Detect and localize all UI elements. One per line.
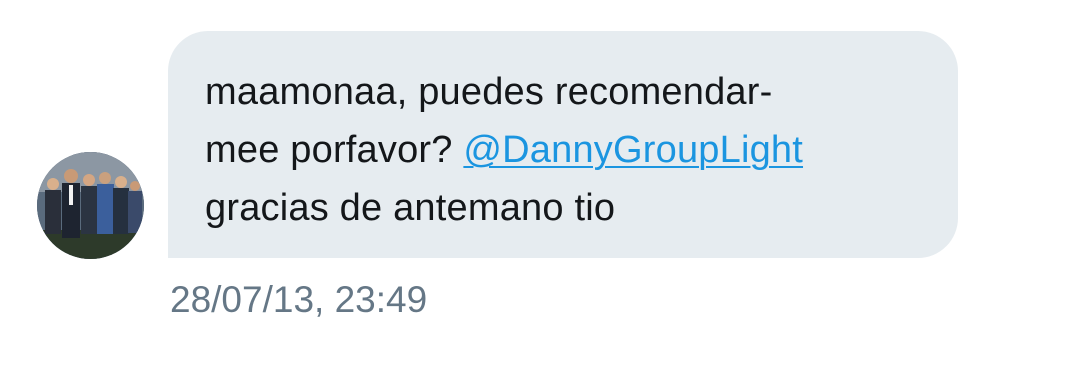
message-text: maamonaa, puedes recomendar- mee porfavo…	[205, 63, 928, 237]
message-line-1: maamonaa, puedes recomendar-	[205, 71, 773, 113]
message-line-2-text: mee porfavor?	[205, 129, 464, 171]
sender-avatar[interactable]	[37, 152, 144, 259]
message-line-3: gracias de antemano tio	[205, 187, 616, 229]
message-bubble: maamonaa, puedes recomendar- mee porfavo…	[168, 31, 958, 258]
avatar-photo	[37, 152, 144, 259]
message-line-2: mee porfavor? @DannyGroupLight	[205, 121, 928, 179]
dm-conversation: maamonaa, puedes recomendar- mee porfavo…	[0, 0, 1080, 376]
user-mention-link[interactable]: @DannyGroupLight	[463, 129, 803, 171]
message-timestamp: 28/07/13, 23:49	[170, 279, 428, 320]
